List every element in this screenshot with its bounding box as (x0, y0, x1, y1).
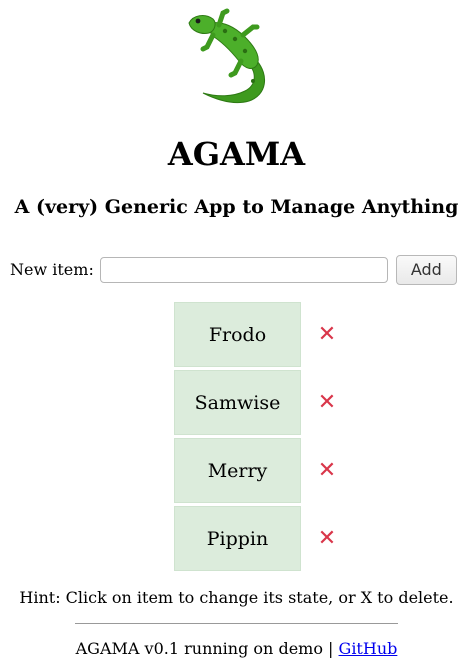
list-item: Pippin ✕ (174, 506, 353, 571)
add-button[interactable]: Add (395, 254, 457, 285)
new-item-input[interactable] (99, 256, 388, 283)
new-item-form: New item: Add (10, 254, 457, 285)
delete-icon[interactable]: ✕ (301, 302, 353, 367)
hint-text: Hint: Click on item to change its state,… (19, 588, 454, 607)
item-name[interactable]: Merry (174, 438, 301, 503)
list-item: Samwise ✕ (174, 370, 353, 435)
footer-divider (75, 623, 398, 624)
lizard-icon (188, 8, 265, 104)
item-name[interactable]: Frodo (174, 302, 301, 367)
item-name[interactable]: Pippin (174, 506, 301, 571)
footer: AGAMA v0.1 running on demo | GitHub (0, 638, 473, 660)
item-name[interactable]: Samwise (174, 370, 301, 435)
new-item-label: New item: (10, 260, 94, 279)
delete-icon[interactable]: ✕ (301, 506, 353, 571)
app-subtitle: A (very) Generic App to Manage Anything (14, 196, 459, 218)
list-item: Frodo ✕ (174, 302, 353, 367)
delete-icon[interactable]: ✕ (301, 438, 353, 503)
delete-icon[interactable]: ✕ (301, 370, 353, 435)
github-link[interactable]: GitHub (339, 639, 398, 658)
list-item: Merry ✕ (174, 438, 353, 503)
footer-text: AGAMA v0.1 running on demo | (75, 639, 339, 658)
items-list: Frodo ✕ Samwise ✕ Merry ✕ Pippin ✕ (174, 302, 353, 574)
app-title: AGAMA (167, 135, 306, 173)
